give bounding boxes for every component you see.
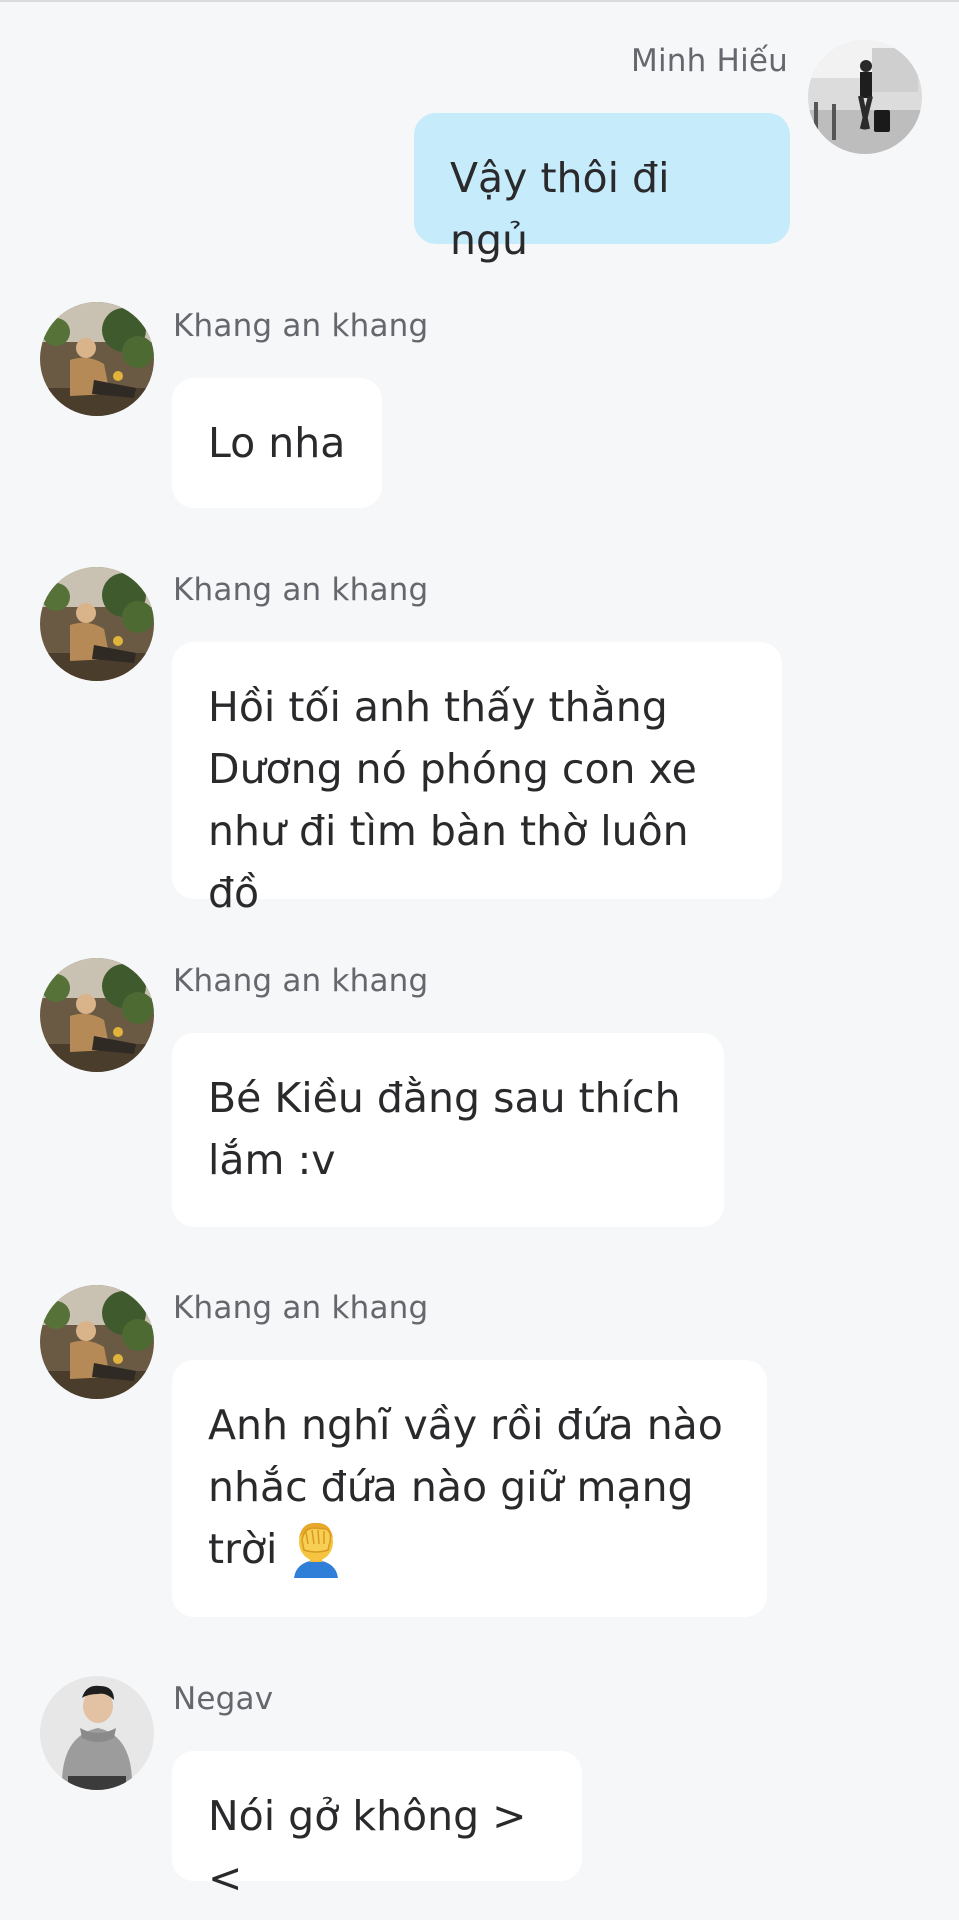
sender-name[interactable]: Negav [173, 1681, 273, 1717]
message-text: Vậy thôi đi ngủ [450, 154, 670, 264]
facepalm-emoji-icon [294, 1522, 338, 1578]
top-divider [0, 0, 959, 2]
message-bubble[interactable]: Lo nha [172, 378, 382, 508]
message-text: Nói gở không >< [208, 1792, 527, 1902]
avatar[interactable] [40, 958, 154, 1072]
sender-name[interactable]: Khang an khang [173, 1290, 428, 1326]
sender-name[interactable]: Khang an khang [173, 308, 428, 344]
khang-avatar-icon [40, 1285, 154, 1399]
message-text: Lo nha [208, 419, 346, 467]
message-bubble[interactable]: Bé Kiều đằng sau thích lắm :v [172, 1033, 724, 1227]
avatar[interactable] [808, 40, 922, 154]
message-bubble[interactable]: Anh nghĩ vầy rồi đứa nào nhắc đứa nào gi… [172, 1360, 767, 1617]
message-text: Bé Kiều đằng sau thích lắm :v [208, 1074, 681, 1184]
avatar[interactable] [40, 1676, 154, 1790]
avatar[interactable] [40, 302, 154, 416]
message-text: Hồi tối anh thấy thằng Dương nó phóng co… [208, 683, 697, 917]
negav-avatar-icon [40, 1676, 154, 1790]
sender-name[interactable]: Khang an khang [173, 572, 428, 608]
avatar[interactable] [40, 1285, 154, 1399]
khang-avatar-icon [40, 302, 154, 416]
avatar[interactable] [40, 567, 154, 681]
minh-hieu-avatar-icon [808, 40, 922, 154]
message-bubble[interactable]: Hồi tối anh thấy thằng Dương nó phóng co… [172, 642, 782, 917]
sender-name[interactable]: Khang an khang [173, 963, 428, 999]
message-bubble[interactable]: Nói gở không >< [172, 1751, 582, 1902]
sender-name[interactable]: Minh Hiếu [631, 43, 788, 79]
khang-avatar-icon [40, 958, 154, 1072]
khang-avatar-icon [40, 567, 154, 681]
message-bubble[interactable]: Vậy thôi đi ngủ [414, 113, 790, 264]
